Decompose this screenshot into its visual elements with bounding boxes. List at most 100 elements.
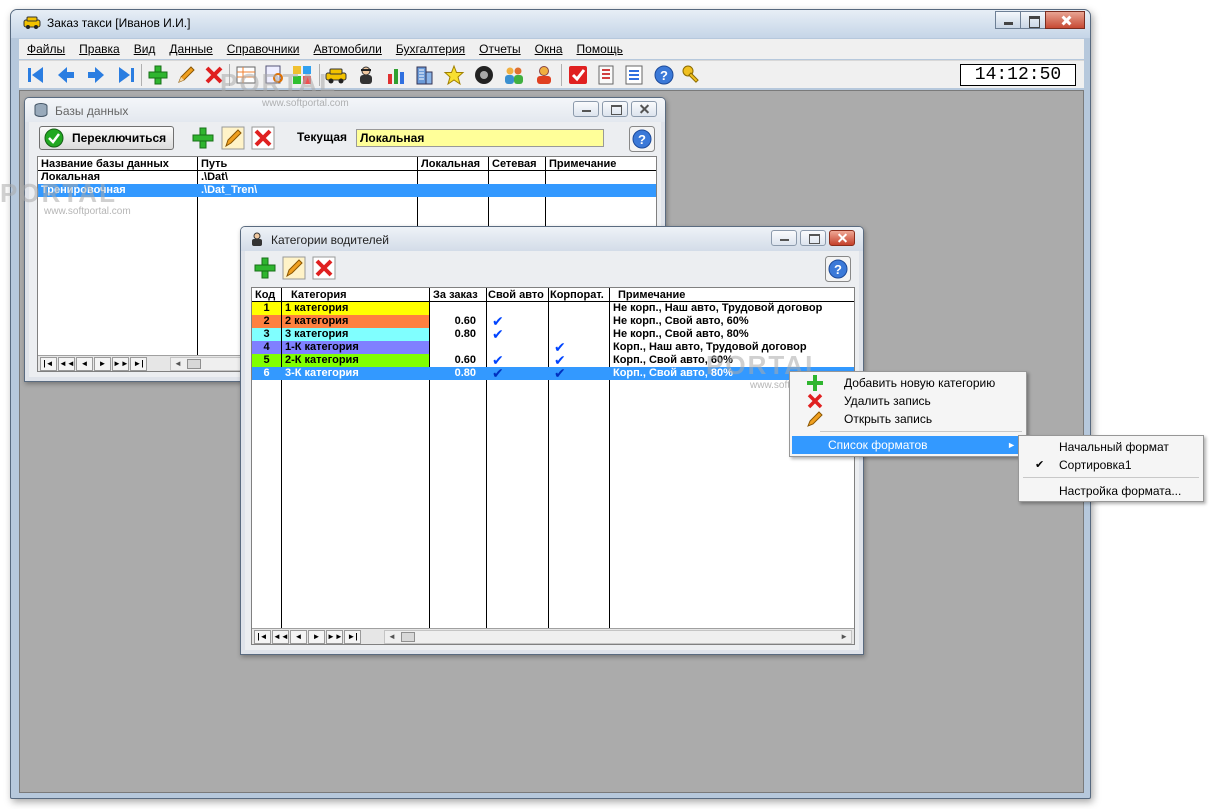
table-icon[interactable]: [235, 64, 257, 86]
checkbook-icon[interactable]: [567, 64, 589, 86]
col-category[interactable]: Категория: [283, 288, 429, 302]
col-code[interactable]: Код: [252, 288, 281, 302]
menu-help[interactable]: Помощь: [577, 42, 623, 56]
scroll-thumb[interactable]: [187, 359, 201, 369]
ctx-delete-record[interactable]: Удалить запись: [792, 392, 1024, 410]
operator-icon[interactable]: [533, 64, 555, 86]
nav-last-button[interactable]: ►|: [344, 630, 361, 644]
nav-prev-button[interactable]: ◄: [290, 630, 307, 644]
db-add-icon[interactable]: [191, 126, 215, 150]
db-delete-icon[interactable]: [251, 126, 275, 150]
menu-references[interactable]: Справочники: [227, 42, 300, 56]
users-icon[interactable]: [503, 64, 525, 86]
cat-edit-icon[interactable]: [282, 256, 306, 280]
col-local[interactable]: Локальная: [418, 157, 488, 171]
main-title-bar[interactable]: Заказ такси [Иванов И.И.]: [11, 10, 1090, 38]
scroll-left-icon[interactable]: ◄: [174, 358, 182, 370]
table-row[interactable]: 22 категория 0.60 ✔ Не корп., Свой авто, 60…: [252, 315, 854, 328]
categories-minimize-button[interactable]: [771, 230, 797, 246]
first-icon[interactable]: [25, 64, 47, 86]
taxi-icon[interactable]: [325, 64, 347, 86]
nav-first-button[interactable]: |◄: [40, 357, 57, 371]
grid-icon[interactable]: [291, 64, 313, 86]
prev-icon[interactable]: [55, 64, 77, 86]
ctx-open-record[interactable]: Открыть запись: [792, 410, 1024, 428]
nav-prev-page-button[interactable]: ◄◄: [272, 630, 289, 644]
submenu-initial-format[interactable]: Начальный формат: [1021, 438, 1201, 456]
checklist-icon[interactable]: [623, 64, 645, 86]
databases-maximize-button[interactable]: [602, 101, 628, 117]
maximize-button[interactable]: [1020, 11, 1046, 29]
scroll-right-icon[interactable]: ►: [840, 631, 848, 643]
db-help-icon[interactable]: ?: [629, 126, 655, 152]
ctx-format-list[interactable]: Список форматов ►: [792, 436, 1024, 454]
categories-maximize-button[interactable]: [800, 230, 826, 246]
scroll-left-icon[interactable]: ◄: [388, 631, 396, 643]
last-icon[interactable]: [115, 64, 137, 86]
categories-close-button[interactable]: [829, 230, 855, 246]
nav-next-button[interactable]: ►: [308, 630, 325, 644]
close-button[interactable]: [1045, 11, 1085, 29]
add-icon[interactable]: [147, 64, 169, 86]
menu-reports[interactable]: Отчеты: [479, 42, 520, 56]
submenu-format-settings[interactable]: Настройка формата...: [1021, 482, 1201, 500]
scroll-thumb[interactable]: [401, 632, 415, 642]
db-hscroll[interactable]: ◄: [170, 357, 250, 371]
table-row-selected[interactable]: Тренировочная .\Dat_Tren\: [38, 184, 656, 197]
table-row[interactable]: 33 категория 0.80 ✔ Не корп., Свой авто, 80…: [252, 328, 854, 341]
table-row[interactable]: Локальная .\Dat\: [38, 171, 656, 184]
calculator-icon[interactable]: [595, 64, 617, 86]
col-corporate[interactable]: Корпорат.: [549, 288, 609, 302]
databases-minimize-button[interactable]: [573, 101, 599, 117]
ctx-add-category[interactable]: Добавить новую категорию: [792, 374, 1024, 392]
key-icon[interactable]: [681, 64, 703, 86]
menu-cars[interactable]: Автомобили: [313, 42, 381, 56]
table-row-selected[interactable]: 6 3-К категория 0.80 ✔ ✔ Корп., Свой авто, 80…: [252, 367, 854, 380]
current-label: Текущая: [297, 130, 348, 144]
menu-windows[interactable]: Окна: [535, 42, 563, 56]
table-row[interactable]: 5 2-К категория 0.60 ✔ ✔ Корп., Свой авто, 60…: [252, 354, 854, 367]
filter-icon[interactable]: [263, 64, 285, 86]
cat-hscroll[interactable]: ◄ ►: [384, 630, 852, 644]
menu-accounting[interactable]: Бухгалтерия: [396, 42, 465, 56]
menu-view[interactable]: Вид: [134, 42, 156, 56]
cat-delete-icon[interactable]: [312, 256, 336, 280]
minimize-button[interactable]: [995, 11, 1021, 29]
col-note[interactable]: Примечание: [546, 157, 656, 171]
building-icon[interactable]: [413, 64, 435, 86]
next-icon[interactable]: [85, 64, 107, 86]
wheel-icon[interactable]: [473, 64, 495, 86]
chart-icon[interactable]: [385, 64, 407, 86]
nav-next-page-button[interactable]: ►►: [326, 630, 343, 644]
nav-first-button[interactable]: |◄: [254, 630, 271, 644]
cat-add-icon[interactable]: [253, 256, 277, 280]
databases-title-bar[interactable]: Базы данных: [25, 98, 665, 122]
col-network[interactable]: Сетевая: [489, 157, 545, 171]
menu-files[interactable]: Файлы: [27, 42, 65, 56]
col-db-name[interactable]: Название базы данных: [38, 157, 196, 171]
nav-last-button[interactable]: ►|: [130, 357, 147, 371]
cat-help-icon[interactable]: ?: [825, 256, 851, 282]
db-edit-icon[interactable]: [221, 126, 245, 150]
nav-prev-button[interactable]: ◄: [76, 357, 93, 371]
col-note[interactable]: Примечание: [610, 288, 854, 302]
table-row[interactable]: 11 категория Не корп., Наш авто, Трудовой…: [252, 302, 854, 315]
nav-next-button[interactable]: ►: [94, 357, 111, 371]
col-path[interactable]: Путь: [198, 157, 416, 171]
submenu-sort1[interactable]: ✔ Сортировка1: [1021, 456, 1201, 474]
table-row[interactable]: 4 1-К категория ✔ Корп., Наш авто, Трудовой…: [252, 341, 854, 354]
help-icon[interactable]: ?: [653, 64, 675, 86]
nav-next-page-button[interactable]: ►►: [112, 357, 129, 371]
edit-icon[interactable]: [175, 64, 197, 86]
categories-title-bar[interactable]: Категории водителей: [241, 227, 863, 251]
menu-edit[interactable]: Правка: [79, 42, 120, 56]
star-icon[interactable]: [443, 64, 465, 86]
col-own-car[interactable]: Свой авто: [487, 288, 548, 302]
driver-icon[interactable]: [355, 64, 377, 86]
delete-icon[interactable]: [203, 64, 225, 86]
nav-prev-page-button[interactable]: ◄◄: [58, 357, 75, 371]
col-fee[interactable]: За заказ: [430, 288, 486, 302]
menu-data[interactable]: Данные: [169, 42, 212, 56]
databases-close-button[interactable]: [631, 101, 657, 117]
switch-button[interactable]: Переключиться: [39, 126, 174, 150]
